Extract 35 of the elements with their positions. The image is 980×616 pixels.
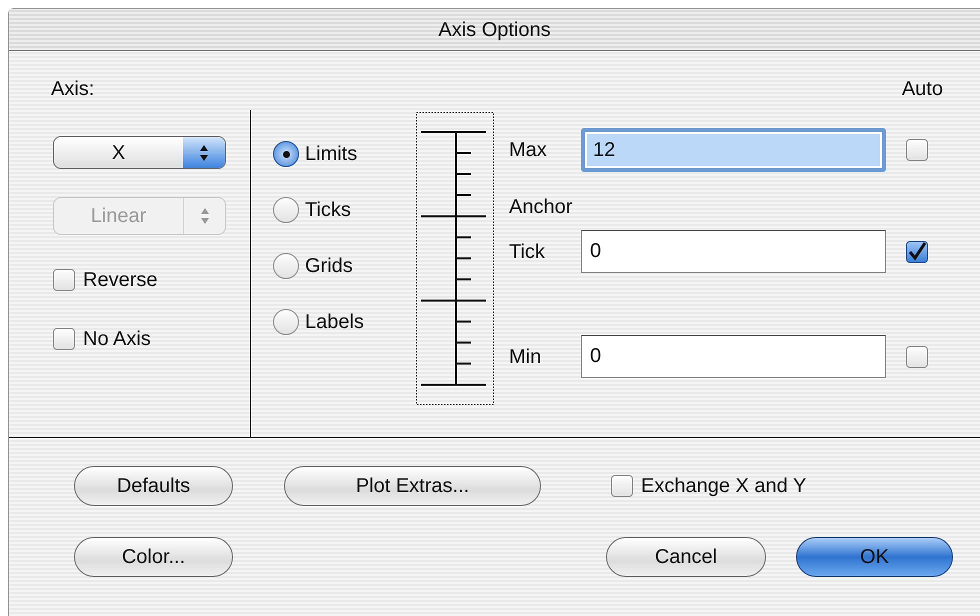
text-field[interactable]: 0 — [581, 230, 886, 273]
button[interactable]: Defaults — [74, 466, 233, 506]
axis-label: Axis: — [51, 77, 94, 102]
radio-label: Grids — [305, 254, 353, 279]
checkbox[interactable] — [906, 346, 928, 368]
radio-button[interactable] — [273, 309, 299, 335]
field-label: Tick — [509, 240, 546, 264]
button[interactable]: Cancel — [606, 537, 766, 577]
text-field[interactable]: 0 — [581, 335, 886, 378]
popup-menu[interactable]: X — [53, 136, 226, 169]
checkbox[interactable] — [611, 475, 633, 497]
checkbox-label: No Axis — [83, 327, 151, 352]
text-field[interactable]: 12 — [581, 128, 886, 172]
button[interactable]: Plot Extras... — [284, 466, 541, 506]
radio-button[interactable] — [273, 253, 299, 279]
field-label: Min — [509, 344, 542, 370]
radio-label: Ticks — [305, 198, 351, 223]
checkbox-label: Reverse — [83, 268, 158, 293]
checkbox[interactable] — [906, 139, 928, 161]
checkbox-label: Exchange X and Y — [641, 474, 806, 499]
auto-label: Auto — [902, 77, 943, 102]
field-label: Max — [509, 138, 548, 163]
button[interactable]: OK — [796, 537, 953, 577]
checkbox[interactable] — [53, 269, 75, 291]
radio-label: Limits — [305, 142, 358, 167]
radio-button[interactable] — [273, 197, 299, 223]
checkbox[interactable] — [53, 328, 75, 350]
button[interactable]: Color... — [74, 537, 233, 577]
radio-button[interactable] — [273, 141, 299, 167]
radio-label: Labels — [305, 310, 364, 335]
up-down-arrows-icon — [200, 207, 210, 225]
anchor-heading: Anchor — [509, 195, 574, 220]
checkbox[interactable] — [906, 240, 928, 262]
up-down-arrows-icon — [199, 144, 209, 162]
window-title: Axis Options — [438, 18, 551, 42]
